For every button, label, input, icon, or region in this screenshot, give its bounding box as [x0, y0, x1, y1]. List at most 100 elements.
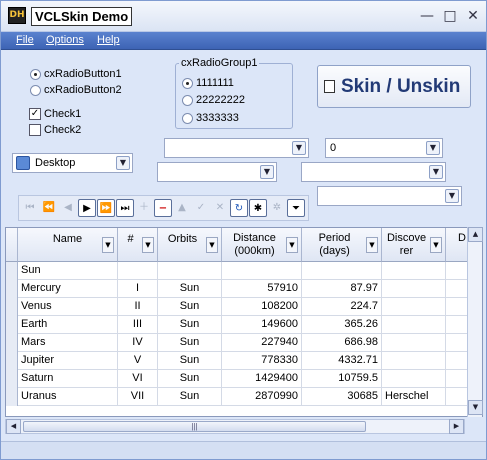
table-row[interactable]: Earth III Sun 149600 365.26 [6, 316, 482, 334]
table-cell[interactable]: Venus [18, 298, 118, 316]
nav-insert-button[interactable]: ＋ [135, 199, 153, 217]
check1-checkbox[interactable]: ✓ [29, 108, 41, 120]
nav-next-button[interactable]: ▶ [78, 199, 96, 217]
column-header-distance[interactable]: Distance (000km) ▼ [222, 228, 302, 262]
menu-file[interactable]: File [16, 34, 34, 47]
nav-prior-page-button[interactable]: ⏪ [40, 199, 58, 217]
table-cell[interactable]: Earth [18, 316, 118, 334]
horizontal-scrollbar[interactable]: ◀ ||| ▶ [5, 419, 465, 434]
column-header-orbits[interactable]: Orbits ▼ [158, 228, 222, 262]
table-cell[interactable]: Sun [158, 352, 222, 370]
table-cell[interactable]: 227940 [222, 334, 302, 352]
combo-c[interactable]: ▼ [157, 162, 277, 182]
column-header-number[interactable]: # ▼ [118, 228, 158, 262]
radio-group-option-2-label[interactable]: 22222222 [196, 94, 245, 107]
radio-group-option-1[interactable] [182, 78, 193, 89]
table-cell[interactable]: Mars [18, 334, 118, 352]
nav-bookmark-button[interactable]: ✱ [249, 199, 267, 217]
combo-b[interactable]: 0 ▼ [325, 138, 443, 158]
check2-label[interactable]: Check2 [44, 124, 81, 137]
table-cell[interactable]: Sun [158, 298, 222, 316]
table-cell[interactable] [382, 262, 446, 280]
table-cell[interactable]: Jupiter [18, 352, 118, 370]
chevron-down-icon[interactable]: ▼ [292, 141, 306, 155]
table-cell[interactable] [382, 316, 446, 334]
radio-button-2-label[interactable]: cxRadioButton2 [44, 84, 122, 97]
table-cell[interactable]: 2870990 [222, 388, 302, 406]
table-cell[interactable]: Uranus [18, 388, 118, 406]
table-cell[interactable]: IV [118, 334, 158, 352]
scroll-right-button[interactable]: ▶ [449, 419, 464, 434]
chevron-down-icon[interactable]: ▼ [366, 237, 378, 253]
chevron-down-icon[interactable]: ▼ [142, 237, 154, 253]
close-button[interactable]: ✕ [462, 6, 484, 26]
chevron-down-icon[interactable]: ▼ [116, 156, 130, 170]
row-indicator[interactable] [6, 352, 18, 370]
nav-last-button[interactable]: ⏭ [116, 199, 134, 217]
table-cell[interactable]: 30685 [302, 388, 382, 406]
table-cell[interactable]: 778330 [222, 352, 302, 370]
maximize-button[interactable]: □ [439, 6, 461, 26]
chevron-down-icon[interactable]: ▼ [426, 141, 440, 155]
column-header-discoverer[interactable]: Discove rer ▼ [382, 228, 446, 262]
menu-options[interactable]: Options [46, 34, 84, 47]
row-indicator[interactable] [6, 388, 18, 406]
row-indicator[interactable] [6, 280, 18, 298]
nav-goto-bookmark-button[interactable]: ✲ [268, 199, 286, 217]
radio-group-option-3-label[interactable]: 3333333 [196, 112, 239, 125]
table-row[interactable]: Saturn VI Sun 1429400 10759.5 [6, 370, 482, 388]
nav-first-button[interactable]: ⏮ [21, 199, 39, 217]
table-cell[interactable] [222, 262, 302, 280]
table-cell[interactable]: 4332.71 [302, 352, 382, 370]
radio-button-1[interactable] [30, 69, 41, 80]
table-cell[interactable]: 108200 [222, 298, 302, 316]
radio-button-1-label[interactable]: cxRadioButton1 [44, 68, 122, 81]
table-cell[interactable]: VI [118, 370, 158, 388]
horizontal-scroll-thumb[interactable]: ||| [23, 421, 366, 432]
combo-d[interactable]: ▼ [301, 162, 446, 182]
row-indicator[interactable] [6, 316, 18, 334]
combo-e[interactable]: ▼ [317, 186, 462, 206]
title-bar[interactable]: DH VCLSkin Demo — □ ✕ [1, 1, 486, 32]
table-cell[interactable]: 686.98 [302, 334, 382, 352]
table-cell[interactable]: 87.97 [302, 280, 382, 298]
table-cell[interactable]: Sun [158, 316, 222, 334]
chevron-down-icon[interactable]: ▼ [102, 237, 114, 253]
table-cell[interactable]: III [118, 316, 158, 334]
chevron-down-icon[interactable]: ▼ [429, 165, 443, 179]
table-cell[interactable]: Sun [158, 334, 222, 352]
table-cell[interactable]: V [118, 352, 158, 370]
table-cell[interactable]: Herschel [382, 388, 446, 406]
chevron-down-icon[interactable]: ▼ [286, 237, 298, 253]
table-cell[interactable]: 1429400 [222, 370, 302, 388]
desktop-combo[interactable]: Desktop ▼ [12, 153, 133, 173]
nav-next-page-button[interactable]: ⏩ [97, 199, 115, 217]
scroll-up-button[interactable]: ▲ [468, 227, 483, 242]
table-cell[interactable]: 224.7 [302, 298, 382, 316]
table-row[interactable]: Jupiter V Sun 778330 4332.71 [6, 352, 482, 370]
table-cell[interactable]: 10759.5 [302, 370, 382, 388]
table-cell[interactable]: Sun [158, 370, 222, 388]
check2-checkbox[interactable] [29, 124, 41, 136]
row-indicator[interactable] [6, 370, 18, 388]
nav-post-button[interactable]: ✓ [192, 199, 210, 217]
row-indicator[interactable] [6, 262, 18, 280]
table-cell[interactable] [382, 280, 446, 298]
table-cell[interactable]: Mercury [18, 280, 118, 298]
radio-group-option-3[interactable] [182, 113, 193, 124]
nav-filter-button[interactable]: ⏷ [287, 199, 305, 217]
nav-cancel-button[interactable]: ✕ [211, 199, 229, 217]
chevron-down-icon[interactable]: ▼ [206, 237, 218, 253]
menu-help[interactable]: Help [97, 34, 120, 47]
app-icon[interactable]: DH [8, 7, 26, 24]
chevron-down-icon[interactable]: ▼ [260, 165, 274, 179]
table-cell[interactable]: Sun [158, 280, 222, 298]
minimize-button[interactable]: — [416, 6, 438, 26]
scroll-down-button[interactable]: ▼ [468, 400, 483, 415]
nav-prior-button[interactable]: ◀ [59, 199, 77, 217]
radio-group-option-2[interactable] [182, 95, 193, 106]
table-cell[interactable]: II [118, 298, 158, 316]
table-cell[interactable] [302, 262, 382, 280]
table-row[interactable]: Mercury I Sun 57910 87.97 [6, 280, 482, 298]
table-cell[interactable]: Sun [18, 262, 118, 280]
